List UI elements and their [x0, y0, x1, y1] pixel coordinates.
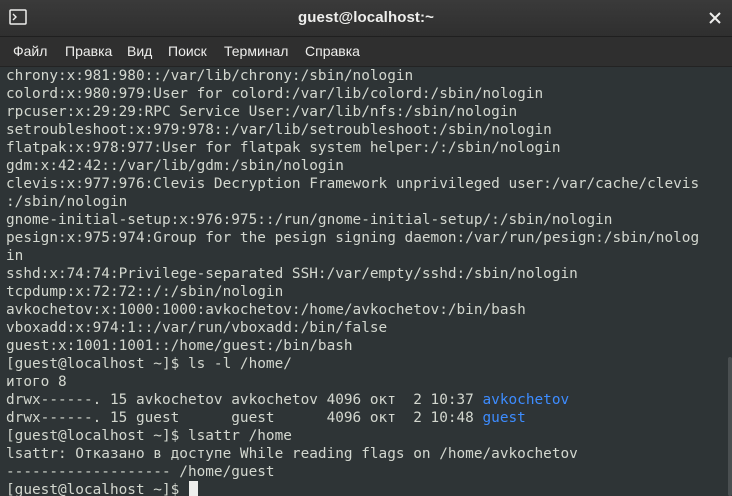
shell-prompt: [guest@localhost ~]$: [6, 482, 188, 496]
terminal-line: итого 8: [6, 374, 67, 390]
terminal-line: clevis:x:977:976:Clevis Decryption Frame…: [6, 176, 700, 192]
menu-search[interactable]: Поиск: [168, 43, 207, 59]
terminal-line: lsattr: Отказано в доступе While reading…: [6, 446, 578, 462]
terminal-line: :/sbin/nologin: [6, 194, 128, 210]
window-title: guest@localhost:~: [298, 9, 434, 26]
terminal-line: flatpak:x:978:977:User for flatpak syste…: [6, 140, 561, 156]
menu-view[interactable]: Вид: [127, 43, 152, 59]
ls-row: drwx------. 15 avkochetov avkochetov 409…: [6, 391, 569, 409]
ls-row-details: drwx------. 15 guest guest 4096 окт 2 10…: [6, 410, 483, 426]
terminal-line: sshd:x:74:74:Privilege-separated SSH:/va…: [6, 266, 578, 282]
menu-bar: Файл Правка Вид Поиск Терминал Справка: [0, 37, 732, 67]
terminal-line: in: [6, 248, 24, 264]
scrollbar-thumb[interactable]: [728, 357, 732, 496]
ls-row-directory-name: avkochetov: [482, 392, 570, 408]
menu-edit[interactable]: Правка: [65, 43, 112, 59]
ls-row-directory-name: guest: [482, 410, 526, 426]
terminal-line: vboxadd:x:974:1::/var/run/vboxadd:/bin/f…: [6, 320, 388, 336]
terminal-line: gnome-initial-setup:x:976:975::/run/gnom…: [6, 212, 613, 228]
close-icon[interactable]: [705, 8, 725, 28]
ls-row-details: drwx------. 15 avkochetov avkochetov 409…: [6, 392, 483, 408]
terminal-line: setroubleshoot:x:979:978::/var/lib/setro…: [6, 122, 552, 138]
terminal-window: guest@localhost:~ Файл Правка Вид Поиск …: [0, 0, 732, 496]
terminal-output[interactable]: chrony:x:981:980::/var/lib/chrony:/sbin/…: [0, 67, 732, 496]
terminal-line: chrony:x:981:980::/var/lib/chrony:/sbin/…: [6, 68, 414, 84]
text-cursor: [188, 481, 198, 496]
terminal-line: tcpdump:x:72:72::/:/sbin/nologin: [6, 284, 284, 300]
menu-terminal[interactable]: Терминал: [224, 43, 288, 59]
terminal-line: ------------------- /home/guest: [6, 464, 275, 480]
menu-help[interactable]: Справка: [305, 43, 360, 59]
scrollbar[interactable]: [727, 67, 732, 496]
terminal-line: avkochetov:x:1000:1000:avkochetov:/home/…: [6, 302, 526, 318]
terminal-line: pesign:x:975:974:Group for the pesign si…: [6, 230, 700, 246]
terminal-command-line: [guest@localhost ~]$ lsattr /home: [6, 428, 292, 444]
ls-row: drwx------. 15 guest guest 4096 окт 2 10…: [6, 409, 526, 427]
terminal-line: colord:x:980:979:User for colord:/var/li…: [6, 86, 544, 102]
terminal-command-line: [guest@localhost ~]$ ls -l /home/: [6, 356, 292, 372]
terminal-line: guest:x:1001:1001::/home/guest:/bin/bash: [6, 338, 353, 354]
title-bar[interactable]: guest@localhost:~: [0, 0, 732, 37]
prompt-line[interactable]: [guest@localhost ~]$: [6, 481, 198, 496]
terminal-line: gdm:x:42:42::/var/lib/gdm:/sbin/nologin: [6, 158, 344, 174]
menu-file[interactable]: Файл: [13, 43, 47, 59]
terminal-line: rpcuser:x:29:29:RPC Service User:/var/li…: [6, 104, 518, 120]
